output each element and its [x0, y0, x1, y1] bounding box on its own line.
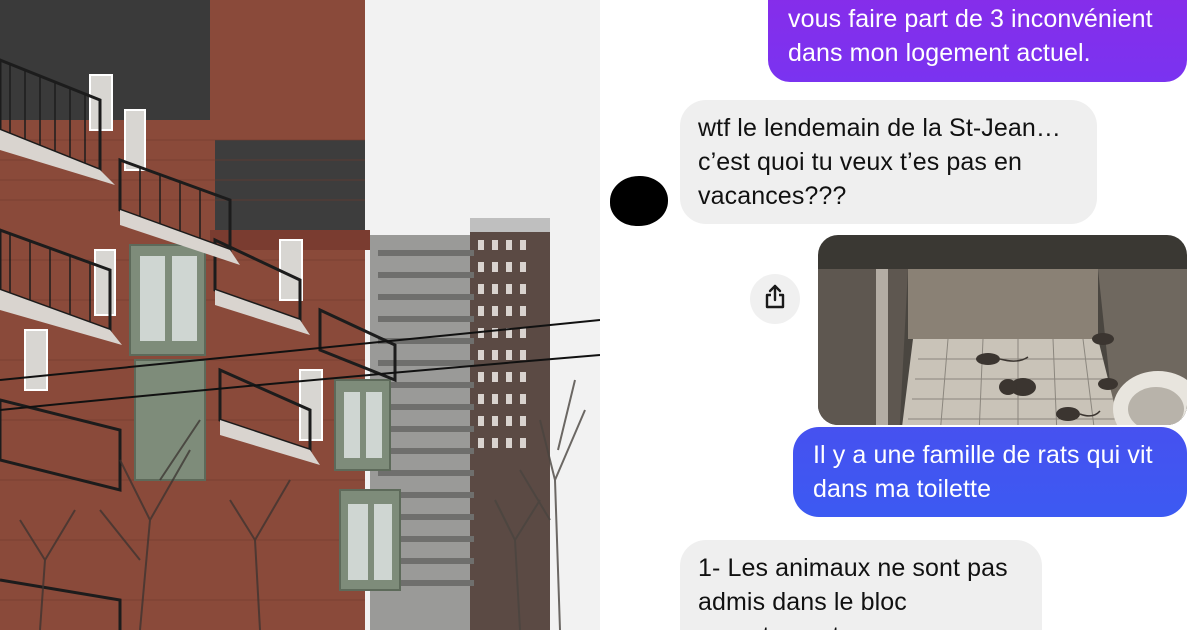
bathroom-rats-photo[interactable] [818, 235, 1187, 425]
sent-message-bubble[interactable]: vous faire part de 3 inconvénient dans m… [768, 0, 1187, 82]
share-button[interactable] [750, 274, 800, 324]
received-message-bubble[interactable]: 1- Les animaux ne sont pas admis dans le… [680, 540, 1042, 630]
sent-message-bubble[interactable]: Il y a une famille de rats qui vit dans … [793, 427, 1187, 517]
received-message-bubble[interactable]: wtf le lendemain de la St-Jean… c’est qu… [680, 100, 1097, 224]
apartment-buildings-photo [0, 0, 600, 630]
share-icon [763, 284, 787, 315]
redacted-avatar[interactable] [610, 176, 668, 226]
chat-thread[interactable]: vous faire part de 3 inconvénient dans m… [600, 0, 1200, 630]
